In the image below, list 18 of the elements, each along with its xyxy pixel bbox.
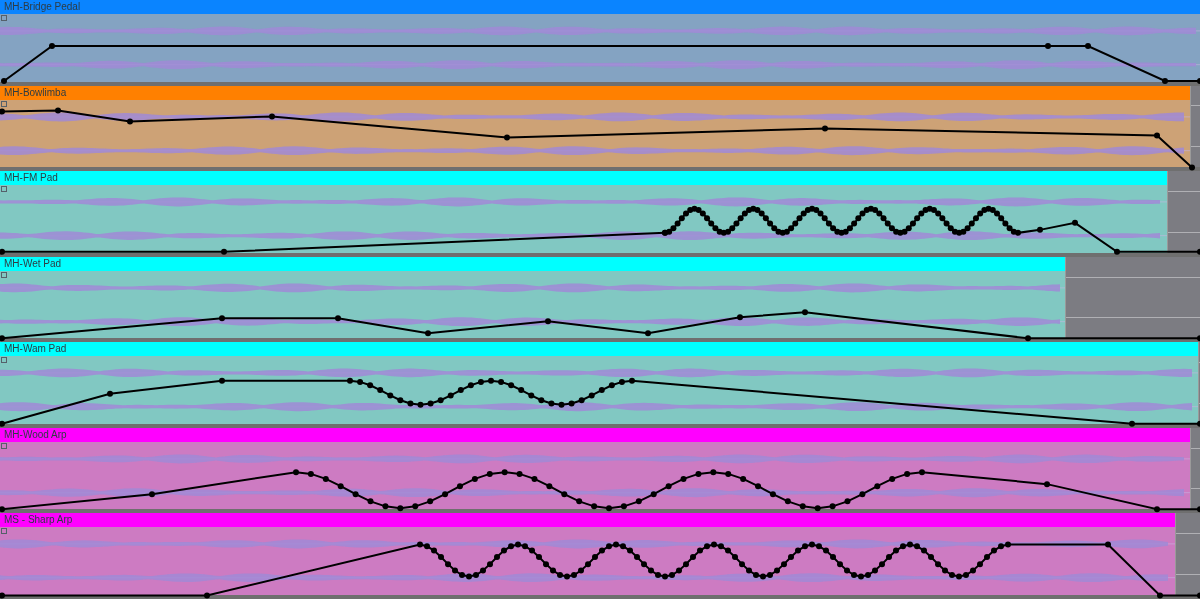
track-name: MH-Wet Pad (4, 258, 62, 269)
clip-handle-icon[interactable] (1, 15, 7, 21)
track-name: MH-Bridge Pedal (4, 2, 81, 12)
clip-handle-icon[interactable] (1, 442, 7, 449)
clip-handle-icon[interactable] (1, 528, 7, 535)
track-name: MH-Wam Pad (4, 344, 67, 355)
clip-handle-icon[interactable] (1, 186, 7, 193)
track-name: MS - Sharp Arp (4, 515, 73, 526)
track-name: MH-Bowlimba (4, 87, 67, 98)
track-name: MH-Wood Arp (4, 429, 67, 440)
clip-header[interactable]: MH-Wam Pad (0, 342, 1198, 357)
clip-header[interactable]: MH-Bridge Pedal (0, 0, 1200, 14)
clip-handle-icon[interactable] (1, 100, 7, 107)
clip-handle-icon[interactable] (1, 271, 7, 278)
clip-handle-icon[interactable] (1, 357, 7, 364)
clip-header[interactable]: MH-FM Pad (0, 171, 1167, 186)
clip-header[interactable]: MS - Sharp Arp (0, 513, 1175, 528)
track-name: MH-FM Pad (4, 173, 58, 184)
